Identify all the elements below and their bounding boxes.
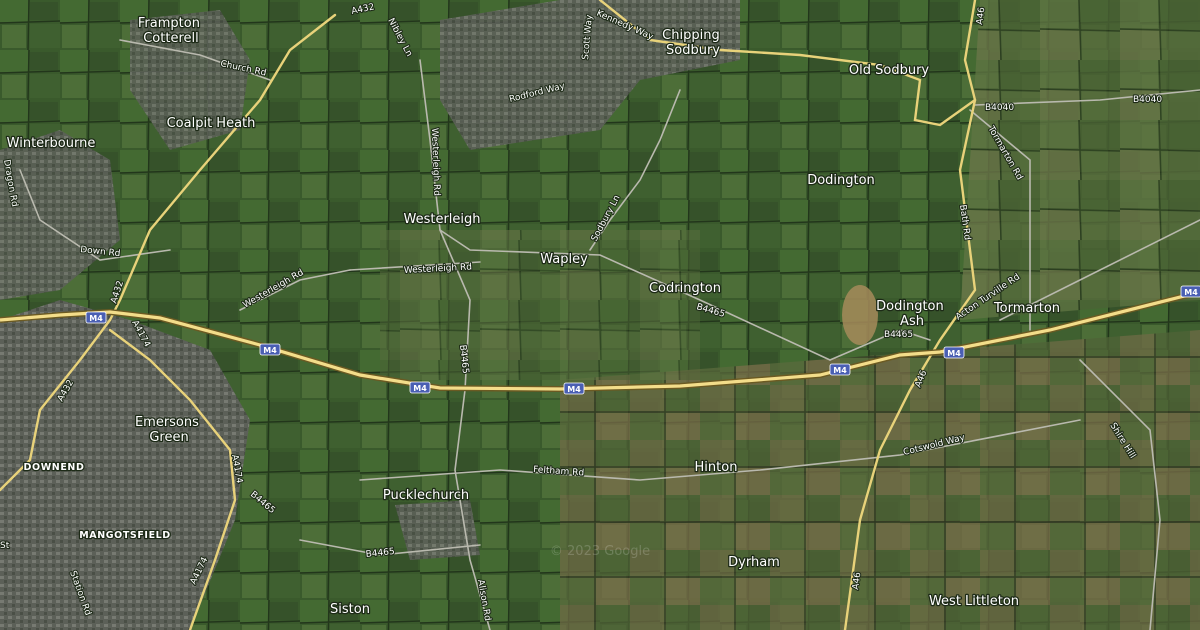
place-tormarton[interactable]: Tormarton	[992, 300, 1062, 318]
svg-text:M4: M4	[263, 346, 277, 355]
place-hinton[interactable]: Hinton	[693, 459, 739, 477]
place-old-sodbury[interactable]: Old Sodbury	[848, 62, 931, 80]
road-label-b4040-b: B4040	[1133, 95, 1162, 105]
svg-text:M4: M4	[89, 314, 103, 323]
m4-shield-east[interactable]: M4	[1180, 285, 1200, 298]
m4-shield-a[interactable]: M4	[259, 343, 281, 356]
place-pucklechurch[interactable]: Pucklechurch	[382, 487, 471, 505]
place-chipping-sodbury[interactable]: Chipping Sodbury	[661, 27, 724, 60]
svg-text:M4: M4	[947, 349, 961, 358]
svg-text:M4: M4	[567, 385, 581, 394]
place-codrington[interactable]: Codrington	[648, 280, 723, 298]
place-winterbourne[interactable]: Winterbourne	[5, 135, 96, 153]
satellite-map[interactable]: A432 Nibley Ln Kennedy Way Scott Way Rod…	[0, 0, 1200, 630]
place-dyrham[interactable]: Dyrham	[727, 554, 781, 572]
place-dodington[interactable]: Dodington	[806, 172, 876, 190]
place-west-littleton[interactable]: West Littleton	[928, 593, 1021, 611]
svg-text:M4: M4	[413, 384, 427, 393]
place-wapley[interactable]: Wapley	[539, 251, 589, 269]
map-canvas[interactable]: A432 Nibley Ln Kennedy Way Scott Way Rod…	[0, 0, 1200, 630]
place-mangotsfield[interactable]: MANGOTSFIELD	[78, 529, 172, 543]
place-siston[interactable]: Siston	[329, 601, 372, 619]
place-downend[interactable]: DOWNEND	[22, 461, 85, 475]
urban-pucklechurch	[395, 500, 480, 560]
m4-shield-b[interactable]: M4	[409, 381, 431, 394]
m4-shield-c[interactable]: M4	[563, 382, 585, 395]
place-coalpit-heath[interactable]: Coalpit Heath	[165, 115, 256, 133]
farmland-northeast	[960, 0, 1200, 320]
map-watermark: © 2023 Google	[550, 544, 650, 559]
road-label-b4465-ash: B4465	[884, 330, 913, 340]
road-label-b4040-a: B4040	[985, 103, 1014, 113]
svg-text:M4: M4	[833, 366, 847, 375]
svg-text:M4: M4	[1184, 288, 1198, 297]
place-frampton-cotterell[interactable]: Frampton Cotterell	[137, 15, 204, 48]
m4-shield-d[interactable]: M4	[829, 363, 851, 376]
place-westerleigh[interactable]: Westerleigh	[402, 211, 482, 229]
m4-shield-e[interactable]: M4	[943, 346, 965, 359]
m4-shield-west[interactable]: M4	[85, 311, 107, 324]
field-dodington-ash	[842, 285, 878, 345]
road-label-st: St	[0, 541, 10, 551]
